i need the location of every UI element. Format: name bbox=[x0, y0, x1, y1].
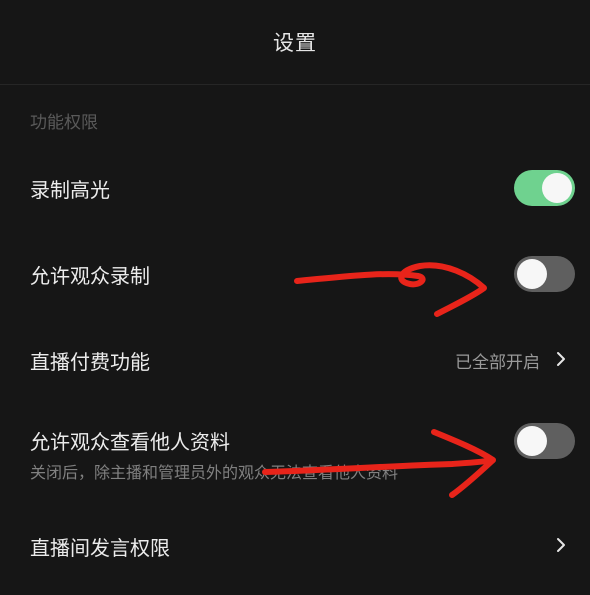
record-highlights-toggle[interactable] bbox=[514, 170, 575, 206]
toggle-knob bbox=[517, 426, 547, 456]
setting-label: 直播付费功能 bbox=[30, 350, 150, 374]
setting-row-paid-live-features[interactable]: 直播付费功能 已全部开启 bbox=[0, 332, 590, 388]
setting-row-record-highlights: 录制高光 bbox=[0, 160, 590, 216]
allow-audience-record-toggle[interactable] bbox=[514, 256, 575, 292]
page-header: 设置 bbox=[0, 0, 590, 85]
setting-label: 直播间发言权限 bbox=[30, 536, 170, 560]
setting-row-chat-permissions[interactable]: 直播间发言权限 bbox=[0, 518, 590, 574]
setting-label: 允许观众录制 bbox=[30, 264, 150, 288]
section-title: 功能权限 bbox=[30, 113, 98, 133]
setting-row-allow-audience-record: 允许观众录制 bbox=[0, 246, 590, 302]
setting-label: 允许观众查看他人资料 bbox=[30, 430, 230, 454]
toggle-knob bbox=[542, 173, 572, 203]
setting-row-allow-view-profiles: 允许观众查看他人资料 关闭后，除主播和管理员外的观众无法查看他人资料 bbox=[0, 418, 590, 484]
page-title: 设置 bbox=[273, 31, 317, 55]
setting-description: 关闭后，除主播和管理员外的观众无法查看他人资料 bbox=[30, 463, 399, 482]
chevron-right-icon bbox=[557, 538, 565, 552]
allow-view-profiles-toggle[interactable] bbox=[514, 423, 575, 459]
toggle-knob bbox=[517, 259, 547, 289]
setting-label: 录制高光 bbox=[30, 178, 110, 202]
chevron-right-icon bbox=[557, 352, 565, 366]
setting-status-value: 已全部开启 bbox=[455, 353, 540, 373]
